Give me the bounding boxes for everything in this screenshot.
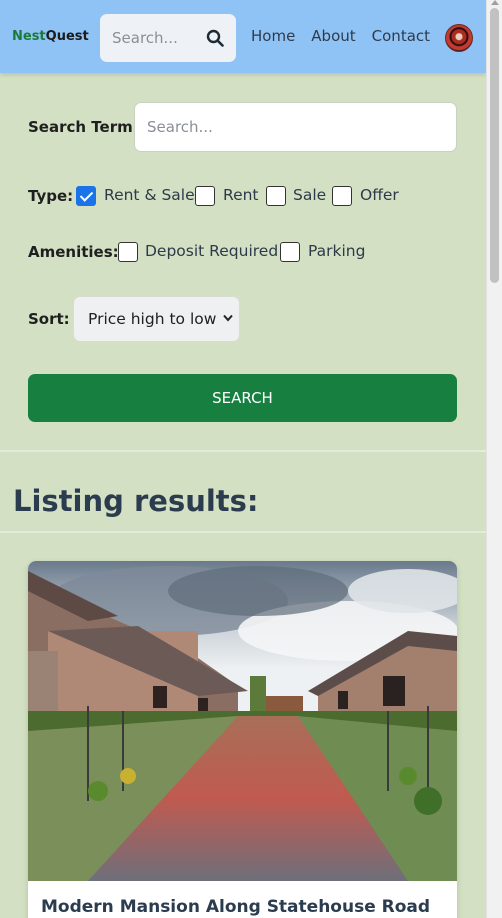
divider [0, 450, 486, 452]
search-term-input[interactable] [134, 102, 457, 152]
type-rent-label: Rent [223, 186, 259, 204]
type-rent-checkbox[interactable] [195, 186, 215, 206]
scroll-thumb[interactable] [490, 8, 499, 283]
nav-about[interactable]: About [311, 27, 355, 45]
results-heading: Listing results: [13, 484, 259, 518]
top-navbar: NestQuest Home About Contact [0, 0, 486, 73]
type-sale-checkbox[interactable] [266, 186, 286, 206]
parking-checkbox[interactable] [280, 242, 300, 262]
sort-value: Price high to low [88, 310, 217, 328]
search-button[interactable]: SEARCH [28, 374, 457, 422]
sort-select[interactable]: Price high to low [73, 296, 240, 342]
deposit-required-label: Deposit Required [145, 242, 279, 260]
type-rent-sale-checkbox[interactable] [76, 186, 96, 206]
deposit-required-checkbox[interactable] [118, 242, 138, 262]
avatar[interactable] [445, 24, 473, 52]
amenities-label: Amenities: [28, 243, 119, 261]
page-scrollbar[interactable] [486, 0, 502, 918]
nav-home[interactable]: Home [251, 27, 295, 45]
header-search [100, 14, 236, 62]
type-sale-label: Sale [293, 186, 327, 204]
listing-card[interactable]: Modern Mansion Along Statehouse Road [28, 561, 457, 918]
scroll-up-icon[interactable] [491, 0, 499, 5]
nav-contact[interactable]: Contact [372, 27, 430, 45]
listing-image[interactable] [28, 561, 457, 881]
logo-quest: Quest [45, 29, 89, 44]
type-rent-sale-label: Rent & Sale [104, 186, 195, 204]
listing-title[interactable]: Modern Mansion Along Statehouse Road [41, 897, 430, 917]
type-offer-checkbox[interactable] [332, 186, 352, 206]
search-term-label: Search Term: [28, 118, 139, 136]
logo-nest: Nest [12, 29, 46, 44]
search-icon[interactable] [206, 29, 224, 47]
sort-label: Sort: [28, 310, 70, 328]
logo[interactable]: NestQuest [12, 29, 89, 44]
type-offer-label: Offer [360, 186, 399, 204]
type-label: Type: [28, 187, 74, 205]
parking-label: Parking [308, 242, 366, 260]
header-search-input[interactable] [112, 29, 204, 47]
chevron-down-icon [223, 314, 233, 322]
nav-links: Home About Contact [251, 27, 430, 45]
divider [0, 531, 486, 533]
